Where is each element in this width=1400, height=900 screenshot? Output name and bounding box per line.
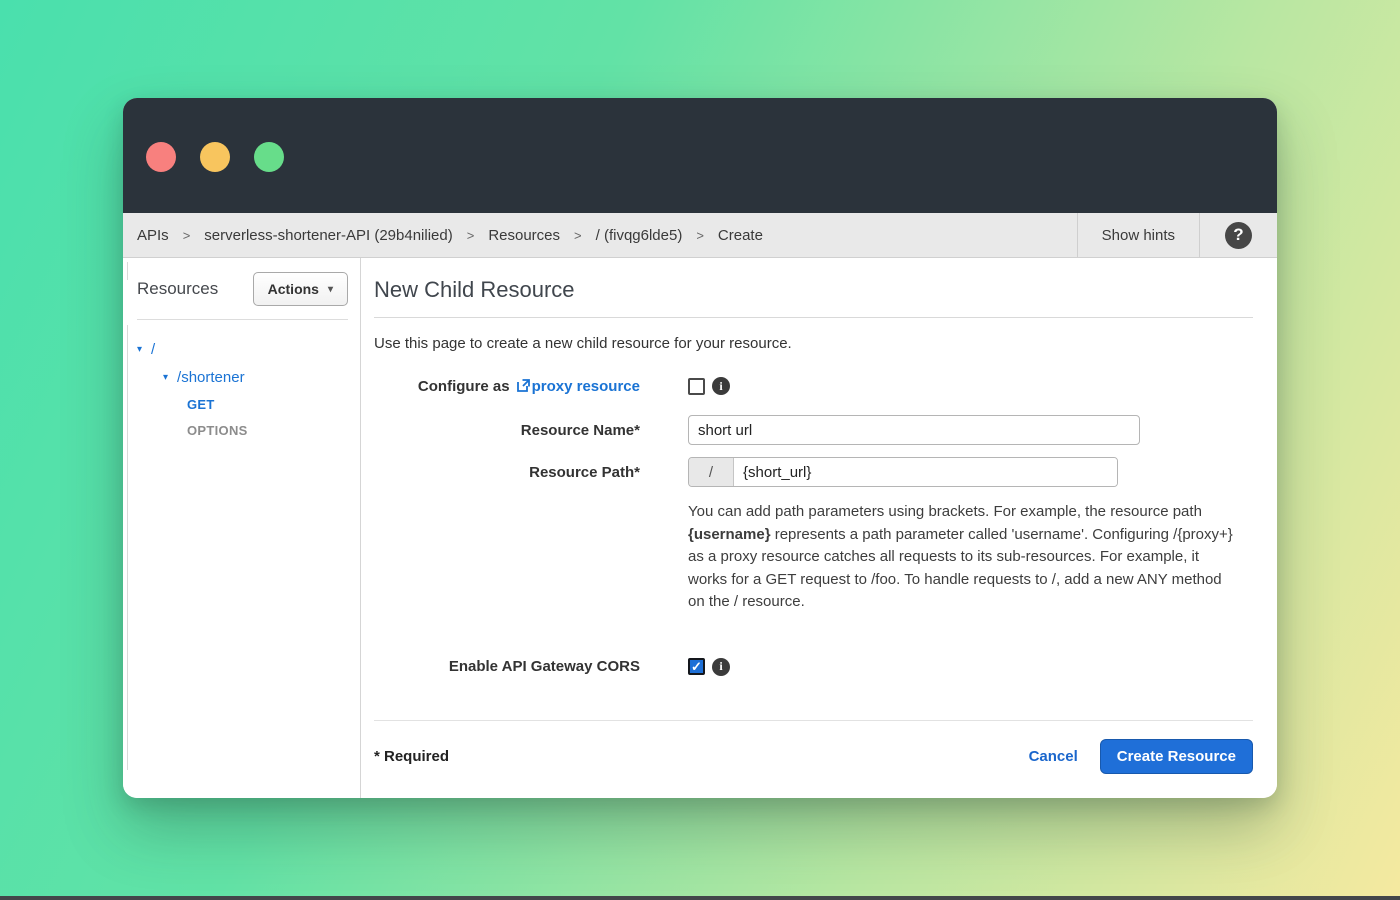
resource-name-row: Resource Name*: [374, 415, 1253, 445]
external-link-icon: [516, 378, 531, 393]
resource-path-label: Resource Path*: [374, 464, 640, 481]
cors-row: Enable API Gateway CORS ✓ i: [374, 658, 1253, 676]
zoom-window-icon[interactable]: [254, 142, 284, 172]
help-section: ?: [1199, 213, 1277, 257]
tree-expand-icon[interactable]: ▾: [163, 372, 168, 383]
path-prefix: /: [689, 458, 734, 486]
resource-name-label: Resource Name*: [374, 422, 640, 439]
sidebar-header: Resources Actions ▾: [137, 272, 348, 320]
actions-button-label: Actions: [268, 281, 319, 297]
info-icon[interactable]: i: [712, 658, 730, 676]
configure-as-label: Configure as proxy resource: [374, 378, 640, 395]
resource-path-group: /: [688, 457, 1118, 487]
info-icon[interactable]: i: [712, 377, 730, 395]
resource-name-input[interactable]: [688, 415, 1140, 445]
method-label-options: OPTIONS: [187, 423, 248, 438]
tree-item-root[interactable]: ▾ /: [137, 341, 348, 358]
required-note: * Required: [374, 748, 449, 765]
configure-as-row: Configure as proxy resource i: [374, 377, 1253, 395]
tree-item-shortener[interactable]: ▾ /shortener: [137, 369, 348, 386]
cancel-button[interactable]: Cancel: [1029, 748, 1078, 765]
configure-as-controls: i: [688, 377, 730, 395]
cors-controls: ✓ i: [688, 658, 730, 676]
chevron-down-icon: ▾: [328, 284, 333, 295]
path-help-part2: represents a path parameter called 'user…: [688, 526, 1233, 611]
tree-item-get-method[interactable]: GET: [137, 397, 348, 412]
create-resource-form: Configure as proxy resource i Resource Na…: [374, 377, 1253, 688]
sidebar-title: Resources: [137, 279, 218, 299]
form-footer: * Required Cancel Create Resource: [374, 720, 1253, 798]
cors-checkbox[interactable]: ✓: [688, 658, 705, 675]
page-title: New Child Resource: [374, 258, 1253, 318]
cors-label: Enable API Gateway CORS: [374, 658, 640, 675]
app-window: APIs > serverless-shortener-API (29b4nil…: [123, 98, 1277, 798]
breadcrumb-separator: >: [183, 228, 191, 243]
show-hints-button[interactable]: Show hints: [1077, 213, 1199, 257]
breadcrumb-separator: >: [574, 228, 582, 243]
minimize-window-icon[interactable]: [200, 142, 230, 172]
method-label-get: GET: [187, 397, 215, 412]
breadcrumb-separator: >: [696, 228, 704, 243]
resource-path-row: Resource Path* /: [374, 457, 1253, 487]
screen-bottom-strip: [0, 896, 1400, 900]
path-help-part1: You can add path parameters using bracke…: [688, 503, 1202, 520]
tree-expand-icon[interactable]: ▾: [137, 344, 142, 355]
window-titlebar: [123, 98, 1277, 213]
tree-item-label: /shortener: [177, 369, 245, 386]
path-help-bold: {username}: [688, 526, 771, 543]
help-icon[interactable]: ?: [1225, 222, 1252, 249]
show-hints-label: Show hints: [1102, 227, 1175, 244]
page-description: Use this page to create a new child reso…: [374, 335, 1253, 352]
close-window-icon[interactable]: [146, 142, 176, 172]
path-help-text: You can add path parameters using bracke…: [688, 501, 1238, 614]
actions-dropdown-button[interactable]: Actions ▾: [253, 272, 348, 306]
resource-path-input[interactable]: [734, 458, 1117, 486]
proxy-resource-link[interactable]: proxy resource: [532, 378, 640, 395]
breadcrumb-item-create: Create: [718, 227, 763, 244]
create-resource-button[interactable]: Create Resource: [1100, 739, 1253, 774]
content-area: Resources Actions ▾ ▾ / ▾ /shortener GET: [123, 258, 1277, 798]
breadcrumb: APIs > serverless-shortener-API (29b4nil…: [123, 213, 1077, 257]
new-child-resource-panel: New Child Resource Use this page to crea…: [361, 258, 1277, 798]
resource-name-controls: [688, 415, 1140, 445]
tree-item-options-method[interactable]: OPTIONS: [137, 423, 348, 438]
configure-as-text: Configure as: [418, 378, 510, 395]
breadcrumb-separator: >: [467, 228, 475, 243]
resource-tree: ▾ / ▾ /shortener GET OPTIONS: [137, 341, 348, 438]
resource-path-controls: /: [688, 457, 1118, 487]
breadcrumb-item-apis[interactable]: APIs: [137, 227, 169, 244]
breadcrumb-item-api-name[interactable]: serverless-shortener-API (29b4nilied): [204, 227, 452, 244]
tree-item-label: /: [151, 341, 155, 358]
resources-sidebar: Resources Actions ▾ ▾ / ▾ /shortener GET: [123, 258, 360, 798]
breadcrumb-item-root-resource[interactable]: / (fivqg6lde5): [596, 227, 683, 244]
breadcrumb-item-resources[interactable]: Resources: [488, 227, 560, 244]
breadcrumb-bar: APIs > serverless-shortener-API (29b4nil…: [123, 213, 1277, 258]
proxy-resource-checkbox[interactable]: [688, 378, 705, 395]
